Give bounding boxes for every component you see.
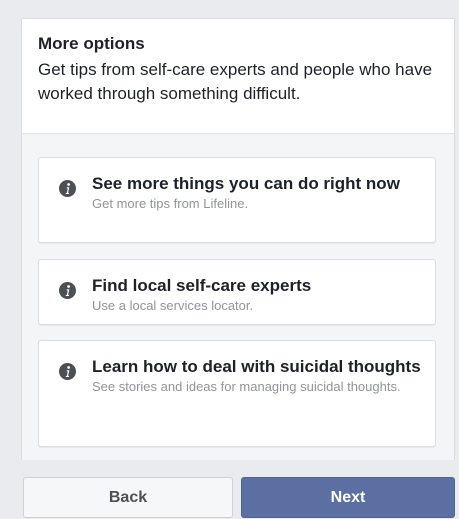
- option-card-suicidal-thoughts[interactable]: Learn how to deal with suicidal thoughts…: [38, 340, 436, 447]
- back-button[interactable]: Back: [23, 477, 233, 518]
- option-subtitle: Use a local services locator.: [92, 298, 254, 313]
- more-options-dialog: More options Get tips from self-care exp…: [0, 0, 459, 519]
- options-list: See more things you can do right now Get…: [22, 134, 454, 460]
- info-icon: [59, 180, 76, 197]
- option-card-more-things[interactable]: See more things you can do right now Get…: [38, 157, 436, 243]
- info-icon: [59, 282, 76, 299]
- option-title: Learn how to deal with suicidal thoughts: [92, 357, 421, 376]
- option-title: Find local self-care experts: [92, 276, 312, 295]
- option-subtitle: See stories and ideas for managing suici…: [92, 379, 401, 394]
- next-button[interactable]: Next: [241, 477, 455, 518]
- option-subtitle: Get more tips from Lifeline.: [92, 196, 249, 211]
- page-description: Get tips from self-care experts and peop…: [38, 60, 433, 103]
- option-title: See more things you can do right now: [92, 174, 400, 193]
- page-title: More options: [38, 34, 145, 53]
- info-icon: [59, 363, 76, 380]
- option-card-local-experts[interactable]: Find local self-care experts Use a local…: [38, 259, 436, 325]
- options-header: More options Get tips from self-care exp…: [22, 19, 454, 134]
- options-panel: More options Get tips from self-care exp…: [21, 18, 455, 460]
